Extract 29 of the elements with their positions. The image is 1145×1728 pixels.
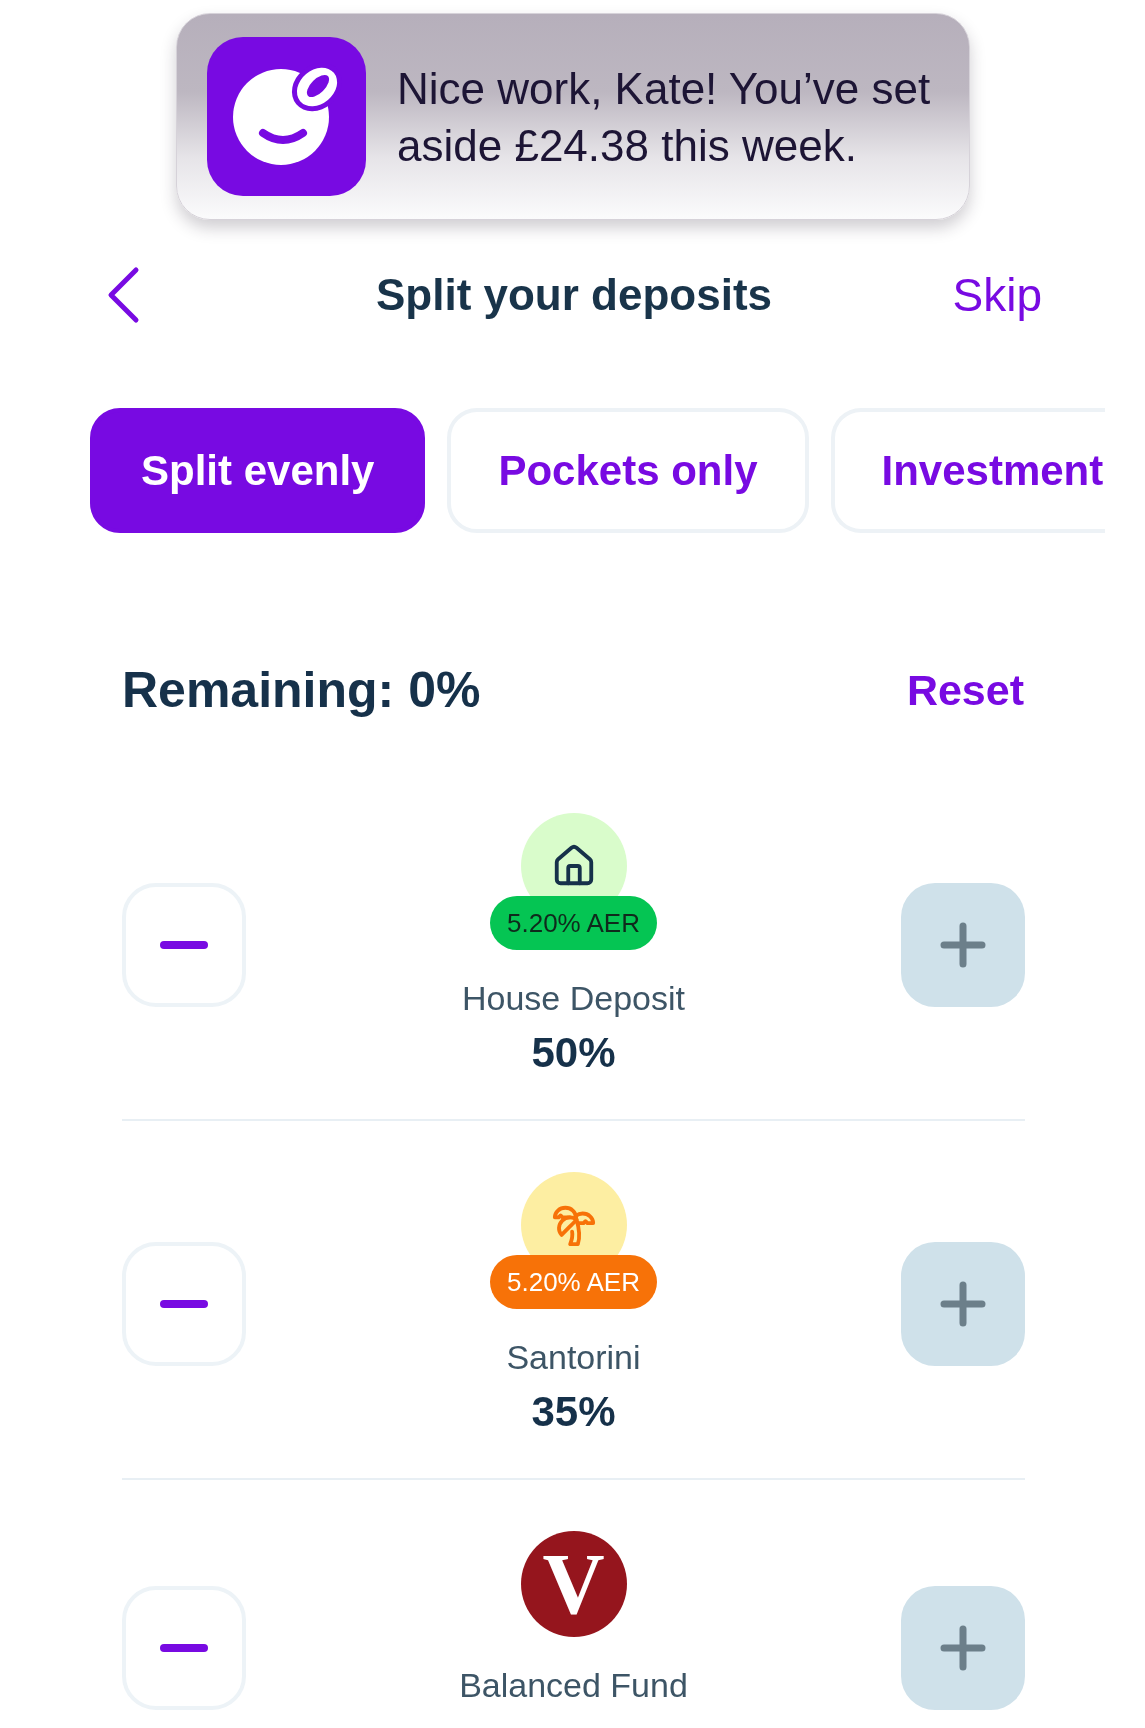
remaining-label: Remaining: 0%	[122, 661, 481, 719]
minus-icon	[160, 941, 208, 949]
reset-button[interactable]: Reset	[906, 665, 1024, 715]
decrease-button[interactable]	[122, 1242, 246, 1366]
interest-rate-badge: 5.20% AER	[490, 896, 657, 950]
chevron-left-icon	[106, 266, 140, 324]
plus-icon	[940, 922, 986, 968]
page-title: Split your deposits	[375, 270, 772, 320]
fund-logo: V	[520, 1531, 627, 1637]
notification-banner[interactable]: Nice work, Kate! You’ve set aside £24.38 this week.	[176, 13, 970, 220]
filter-tab[interactable]: Split evenly	[90, 408, 426, 533]
allocation-percent: 50%	[531, 1029, 616, 1077]
minus-icon	[160, 1300, 208, 1308]
allocation-percent: 35%	[531, 1388, 616, 1436]
back-button[interactable]	[106, 266, 140, 324]
filter-tab[interactable]: Pockets only	[447, 408, 809, 533]
plus-icon	[940, 1624, 986, 1671]
skip-button[interactable]: Skip	[952, 268, 1042, 322]
minus-icon	[160, 1643, 208, 1652]
filter-tab[interactable]: Investment	[830, 408, 1105, 533]
allocation-name: House Deposit	[462, 978, 685, 1018]
allocation-name: Santorini	[506, 1337, 641, 1377]
decrease-button[interactable]	[122, 1585, 246, 1710]
interest-rate-badge: 5.20% AER	[490, 1255, 657, 1309]
allocation-name: Balanced Fund	[459, 1665, 688, 1705]
plus-icon	[940, 1281, 986, 1327]
smiling-face-app-icon	[207, 37, 366, 196]
notification-text: Nice work, Kate! You’ve set aside £24.38 this week.	[397, 62, 932, 172]
decrease-button[interactable]	[122, 883, 246, 1007]
